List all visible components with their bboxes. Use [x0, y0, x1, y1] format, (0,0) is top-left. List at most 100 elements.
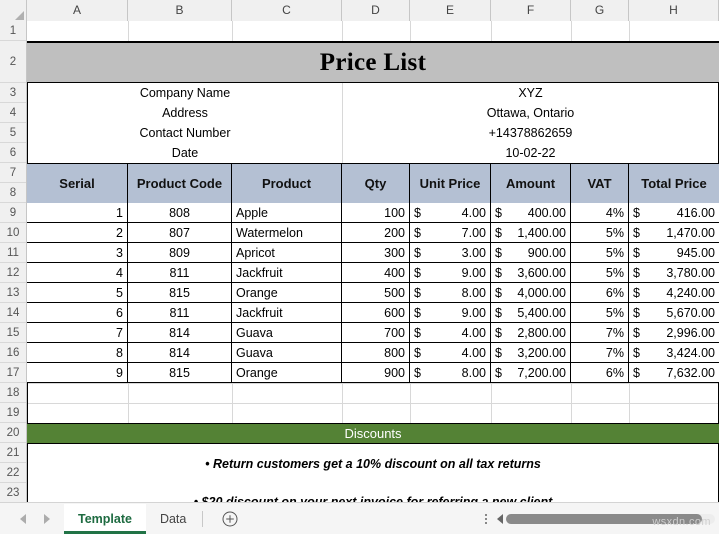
row-header-7[interactable]: 7 [0, 163, 26, 183]
cell-qty[interactable]: 500 [342, 283, 410, 303]
cell-qty[interactable]: 100 [342, 203, 410, 223]
row-header-10[interactable]: 10 [0, 223, 26, 243]
cell-product-code[interactable]: 815 [128, 283, 232, 303]
cell-serial[interactable]: 4 [27, 263, 128, 283]
tab-overflow-icon[interactable] [485, 514, 487, 524]
cell-total-price[interactable]: $5,670.00 [629, 303, 719, 323]
cell-unit-price[interactable]: $4.00 [410, 343, 491, 363]
row-header-16[interactable]: 16 [0, 343, 26, 363]
row-header-14[interactable]: 14 [0, 303, 26, 323]
cell-serial[interactable]: 1 [27, 203, 128, 223]
sheet-tab-template[interactable]: Template [64, 504, 146, 534]
cell-amount[interactable]: $2,800.00 [491, 323, 571, 343]
cell-amount[interactable]: $400.00 [491, 203, 571, 223]
cell-total-price[interactable]: $945.00 [629, 243, 719, 263]
info-value-date[interactable]: 10-02-22 [343, 143, 718, 163]
cell-vat[interactable]: 5% [571, 303, 629, 323]
row-header-20[interactable]: 20 [0, 423, 26, 443]
cell-vat[interactable]: 5% [571, 243, 629, 263]
column-header-h[interactable]: H [629, 0, 719, 21]
info-value-address[interactable]: Ottawa, Ontario [343, 103, 718, 123]
cell-serial[interactable]: 2 [27, 223, 128, 243]
column-header-c[interactable]: C [232, 0, 342, 21]
cell-vat[interactable]: 5% [571, 223, 629, 243]
column-header-d[interactable]: D [342, 0, 410, 21]
cell-product-code[interactable]: 808 [128, 203, 232, 223]
table-header-vat[interactable]: VAT [571, 164, 629, 203]
row-header-15[interactable]: 15 [0, 323, 26, 343]
cell-unit-price[interactable]: $8.00 [410, 363, 491, 383]
table-row[interactable]: 6811Jackfruit600$9.00$5,400.005%$5,670.0… [27, 303, 719, 323]
cell-vat[interactable]: 5% [571, 263, 629, 283]
cell-product[interactable]: Apple [232, 203, 342, 223]
cell-vat[interactable]: 4% [571, 203, 629, 223]
cell-product[interactable]: Jackfruit [232, 263, 342, 283]
cell-amount[interactable]: $4,000.00 [491, 283, 571, 303]
table-row[interactable]: 8814Guava800$4.00$3,200.007%$3,424.00 [27, 343, 719, 363]
select-all-corner[interactable] [0, 0, 27, 21]
cell-total-price[interactable]: $3,780.00 [629, 263, 719, 283]
cell-product[interactable]: Jackfruit [232, 303, 342, 323]
cell-product[interactable]: Guava [232, 343, 342, 363]
cell-serial[interactable]: 9 [27, 363, 128, 383]
cell-serial[interactable]: 6 [27, 303, 128, 323]
row-header-4[interactable]: 4 [0, 103, 26, 123]
cell-unit-price[interactable]: $4.00 [410, 203, 491, 223]
row-header-1[interactable]: 1 [0, 21, 26, 41]
add-sheet-icon[interactable] [217, 506, 243, 532]
table-header-qty[interactable]: Qty [342, 164, 410, 203]
cell-product-code[interactable]: 807 [128, 223, 232, 243]
row-header-2[interactable]: 2 [0, 41, 26, 83]
cell-product[interactable]: Orange [232, 363, 342, 383]
cell-product-code[interactable]: 811 [128, 303, 232, 323]
cell-serial[interactable]: 7 [27, 323, 128, 343]
table-row[interactable]: 7814Guava700$4.00$2,800.007%$2,996.00 [27, 323, 719, 343]
cell-unit-price[interactable]: $3.00 [410, 243, 491, 263]
row-header-3[interactable]: 3 [0, 83, 26, 103]
table-header-total-price[interactable]: Total Price [629, 164, 719, 203]
table-header-product[interactable]: Product [232, 164, 342, 203]
row-header-23[interactable]: 23 [0, 483, 26, 503]
table-row[interactable]: 4811Jackfruit400$9.00$3,600.005%$3,780.0… [27, 263, 719, 283]
cell-unit-price[interactable]: $7.00 [410, 223, 491, 243]
table-row[interactable]: 3809Apricot300$3.00$900.005%$945.00 [27, 243, 719, 263]
column-header-e[interactable]: E [410, 0, 491, 21]
cell-unit-price[interactable]: $9.00 [410, 303, 491, 323]
column-header-a[interactable]: A [27, 0, 128, 21]
cell-unit-price[interactable]: $8.00 [410, 283, 491, 303]
row-header-21[interactable]: 21 [0, 443, 26, 463]
table-row[interactable]: 1808Apple100$4.00$400.004%$416.00 [27, 203, 719, 223]
row-header-22[interactable]: 22 [0, 463, 26, 483]
table-row[interactable]: 9815Orange900$8.00$7,200.006%$7,632.00 [27, 363, 719, 383]
cell-serial[interactable]: 5 [27, 283, 128, 303]
sheet-tab-data[interactable]: Data [146, 504, 200, 534]
cell-qty[interactable]: 200 [342, 223, 410, 243]
cell-total-price[interactable]: $2,996.00 [629, 323, 719, 343]
column-header-b[interactable]: B [128, 0, 232, 21]
cell-product-code[interactable]: 815 [128, 363, 232, 383]
cell-unit-price[interactable]: $9.00 [410, 263, 491, 283]
cell-qty[interactable]: 400 [342, 263, 410, 283]
row-header-11[interactable]: 11 [0, 243, 26, 263]
cell-amount[interactable]: $3,200.00 [491, 343, 571, 363]
cell-product-code[interactable]: 814 [128, 323, 232, 343]
cell-total-price[interactable]: $416.00 [629, 203, 719, 223]
cell-product[interactable]: Orange [232, 283, 342, 303]
cell-amount[interactable]: $3,600.00 [491, 263, 571, 283]
info-value-contact-number[interactable]: +14378862659 [343, 123, 718, 143]
cell-qty[interactable]: 700 [342, 323, 410, 343]
table-header-serial[interactable]: Serial [27, 164, 128, 203]
cell-amount[interactable]: $1,400.00 [491, 223, 571, 243]
cell-amount[interactable]: $900.00 [491, 243, 571, 263]
cell-amount[interactable]: $5,400.00 [491, 303, 571, 323]
previous-sheet-icon[interactable] [20, 514, 26, 524]
table-row[interactable]: 5815Orange500$8.00$4,000.006%$4,240.00 [27, 283, 719, 303]
row-header-13[interactable]: 13 [0, 283, 26, 303]
cell-product-code[interactable]: 811 [128, 263, 232, 283]
row-header-19[interactable]: 19 [0, 403, 26, 423]
cell-total-price[interactable]: $1,470.00 [629, 223, 719, 243]
column-header-f[interactable]: F [491, 0, 571, 21]
cell-total-price[interactable]: $4,240.00 [629, 283, 719, 303]
cell-product-code[interactable]: 814 [128, 343, 232, 363]
cell-qty[interactable]: 900 [342, 363, 410, 383]
